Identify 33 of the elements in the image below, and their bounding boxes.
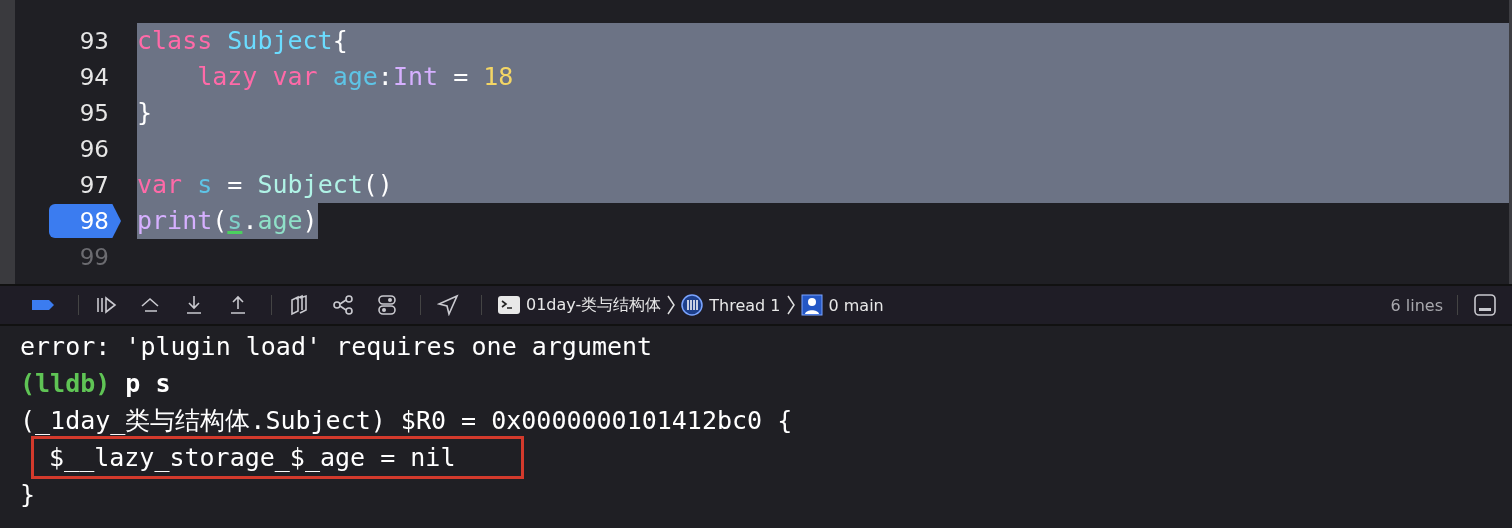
debug-tool-button[interactable]: [95, 294, 117, 316]
terminal-icon: [498, 296, 520, 314]
highlighted-console-line: $__lazy_storage_$_age = nil: [34, 439, 522, 476]
panel-toggle-button[interactable]: [1474, 294, 1496, 316]
line-number: 94: [78, 63, 110, 92]
breadcrumb[interactable]: 0 main: [800, 294, 884, 316]
debug-tool-button[interactable]: [376, 294, 398, 316]
console-line: }: [20, 479, 36, 511]
debug-tool-button[interactable]: [437, 294, 459, 316]
thread-icon: [681, 294, 704, 316]
breadcrumb[interactable]: Thread 1: [681, 294, 781, 316]
chevron-icon: [786, 295, 795, 315]
breadcrumb[interactable]: 01day-类与结构体: [498, 294, 662, 316]
console-line: (lldb) p s: [20, 368, 171, 400]
user-frame-icon: [800, 294, 823, 316]
debug-tool-button[interactable]: [288, 294, 310, 316]
debug-tool-button[interactable]: [332, 294, 354, 316]
line-number: 96: [78, 135, 110, 164]
console-line: error: 'plugin load' requires one argument: [20, 331, 653, 363]
breakpoint-marker[interactable]: 98: [49, 204, 121, 238]
continue-icon: [95, 294, 117, 316]
location-arrow-icon: [437, 294, 459, 316]
line-number: 95: [78, 99, 110, 128]
line-number: 93: [78, 27, 110, 56]
line-number: 99: [78, 243, 110, 272]
console-line: (_1day_类与结构体.Subject) $R0 = 0x0000000101412bc0 {: [20, 405, 793, 437]
layers-icon: [288, 294, 310, 316]
line-count: 6 lines: [1390, 295, 1443, 315]
line-number: 97: [78, 171, 110, 200]
panel-icon: [1474, 294, 1496, 316]
graph-icon: [332, 294, 354, 316]
toggle-icon: [376, 294, 398, 316]
chevron-icon: [667, 295, 676, 315]
